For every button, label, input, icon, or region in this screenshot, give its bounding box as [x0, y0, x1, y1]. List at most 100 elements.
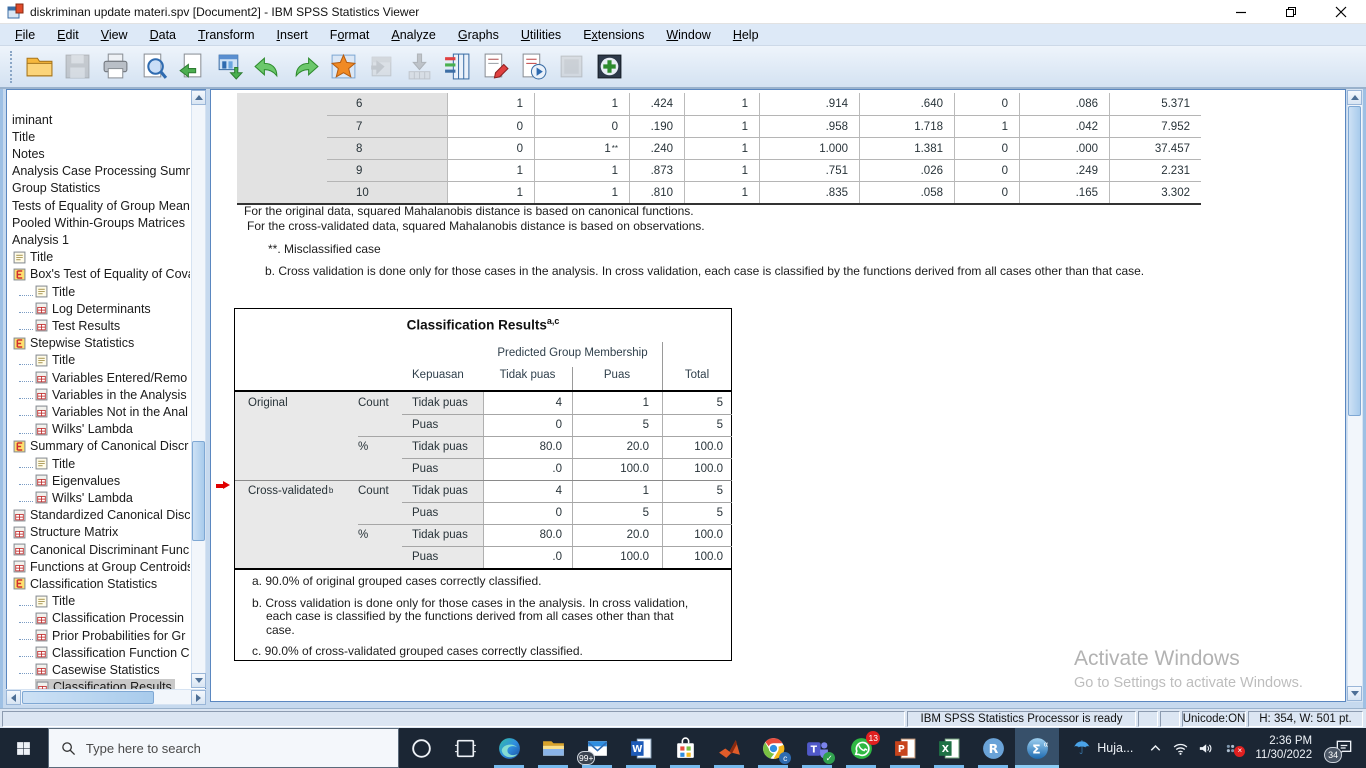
- volume-icon[interactable]: [1193, 740, 1218, 757]
- outline-item-title[interactable]: Title: [7, 283, 190, 300]
- outline-item-classification-function-c[interactable]: Classification Function C: [7, 644, 190, 661]
- menu-view[interactable]: View: [90, 26, 139, 44]
- outline-item-canonical-discriminant-func[interactable]: Canonical Discriminant Func: [7, 541, 190, 558]
- output-scroll-down-button[interactable]: [1347, 686, 1362, 701]
- menu-edit[interactable]: Edit: [46, 26, 90, 44]
- outline-item-iminant[interactable]: iminant: [7, 111, 190, 128]
- outline-scroll-left-button[interactable]: [6, 690, 21, 705]
- outline-item-test-results[interactable]: Test Results: [7, 317, 190, 334]
- print-preview-icon[interactable]: [134, 49, 172, 85]
- outline-item-title[interactable]: Title: [7, 455, 190, 472]
- outline-vscroll-thumb[interactable]: [192, 441, 205, 541]
- edit-output-icon[interactable]: [476, 49, 514, 85]
- word-taskbar-button[interactable]: W: [619, 728, 663, 768]
- minimize-button[interactable]: [1216, 0, 1266, 24]
- matlab-taskbar-button[interactable]: [707, 728, 751, 768]
- menu-window[interactable]: Window: [655, 26, 721, 44]
- outline-item-log-determinants[interactable]: Log Determinants: [7, 300, 190, 317]
- run-script-icon[interactable]: [514, 49, 552, 85]
- cortana-taskbar-button[interactable]: [399, 728, 443, 768]
- teams-taskbar-button[interactable]: T✓: [795, 728, 839, 768]
- outline-scroll-up-button[interactable]: [191, 90, 206, 105]
- edge-taskbar-button[interactable]: [487, 728, 531, 768]
- outline-item-title[interactable]: Title: [7, 249, 190, 266]
- outline-item-title[interactable]: Title: [7, 593, 190, 610]
- show-all-icon[interactable]: [590, 49, 628, 85]
- powerpoint-taskbar-button[interactable]: P: [883, 728, 927, 768]
- menu-transform[interactable]: Transform: [187, 26, 266, 44]
- r-taskbar-button[interactable]: R: [971, 728, 1015, 768]
- outline-item-variables-entered-remo[interactable]: Variables Entered/Remo: [7, 369, 190, 386]
- whatsapp-taskbar-button[interactable]: 13: [839, 728, 883, 768]
- menu-utilities[interactable]: Utilities: [510, 26, 572, 44]
- menu-insert[interactable]: Insert: [266, 26, 319, 44]
- open-icon[interactable]: [20, 49, 58, 85]
- menu-file[interactable]: File: [4, 26, 46, 44]
- start-button[interactable]: [0, 728, 48, 768]
- output-vscroll-thumb[interactable]: [1348, 106, 1361, 416]
- wifi-icon[interactable]: [1168, 740, 1193, 757]
- outline-item-label: Pooled Within-Groups Matrices: [12, 216, 185, 230]
- taskbar-search-input[interactable]: Type here to search: [48, 728, 399, 768]
- outline-item-group-statistics[interactable]: Group Statistics: [7, 180, 190, 197]
- excel-taskbar-button[interactable]: X: [927, 728, 971, 768]
- outline-item-box-s-test-of-equality-of-cova[interactable]: Box's Test of Equality of Cova: [7, 266, 190, 283]
- recall-dialogs-icon[interactable]: [210, 49, 248, 85]
- output-scroll-up-button[interactable]: [1347, 90, 1362, 105]
- action-center-button[interactable]: 34: [1322, 728, 1366, 768]
- redo-icon[interactable]: [286, 49, 324, 85]
- outline-item-eigenvalues[interactable]: Eigenvalues: [7, 472, 190, 489]
- close-button[interactable]: [1316, 0, 1366, 24]
- file-explorer-taskbar-button[interactable]: [531, 728, 575, 768]
- menu-extensions[interactable]: Extensions: [572, 26, 655, 44]
- outline-item-summary-of-canonical-discr[interactable]: Summary of Canonical Discr: [7, 438, 190, 455]
- classification-results-table[interactable]: Classification Resultsa,c Predicted Grou…: [234, 308, 732, 661]
- undo-icon[interactable]: [248, 49, 286, 85]
- menu-help[interactable]: Help: [722, 26, 770, 44]
- outline-scroll-down-button[interactable]: [191, 673, 206, 688]
- outline-item-functions-at-group-centroids[interactable]: Functions at Group Centroids: [7, 558, 190, 575]
- outline-item-analysis-1[interactable]: Analysis 1: [7, 231, 190, 248]
- weather-widget[interactable]: ☂ Huja...: [1059, 728, 1143, 768]
- outline-item-analysis-case-processing-summ[interactable]: Analysis Case Processing Summ: [7, 163, 190, 180]
- outline-item-tests-of-equality-of-group-means[interactable]: Tests of Equality of Group Means: [7, 197, 190, 214]
- store-taskbar-button[interactable]: [663, 728, 707, 768]
- outline-item-classification-processin[interactable]: Classification Processin: [7, 610, 190, 627]
- outline-item-classification-statistics[interactable]: Classification Statistics: [7, 575, 190, 592]
- table-icon: [35, 646, 48, 659]
- outline-item-variables-not-in-the-anal[interactable]: Variables Not in the Anal: [7, 403, 190, 420]
- print-icon[interactable]: [96, 49, 134, 85]
- outline-item-prior-probabilities-for-gr[interactable]: Prior Probabilities for Gr: [7, 627, 190, 644]
- mail-taskbar-button[interactable]: 99+: [575, 728, 619, 768]
- menu-analyze[interactable]: Analyze: [380, 26, 446, 44]
- menu-format[interactable]: Format: [319, 26, 381, 44]
- outline-item-title[interactable]: Title: [7, 352, 190, 369]
- connect-icon[interactable]: ×: [1218, 740, 1243, 757]
- variables-icon[interactable]: [438, 49, 476, 85]
- menu-data[interactable]: Data: [139, 26, 187, 44]
- spss-taskbar-button[interactable]: Σα: [1015, 728, 1059, 768]
- chevron-up-icon[interactable]: [1143, 740, 1168, 757]
- outline-item-title[interactable]: Title: [7, 128, 190, 145]
- outline-scroll-right-button[interactable]: [191, 690, 206, 705]
- task-view-taskbar-button[interactable]: [443, 728, 487, 768]
- outline-item-notes[interactable]: Notes: [7, 145, 190, 162]
- outline-item-variables-in-the-analysis[interactable]: Variables in the Analysis: [7, 386, 190, 403]
- outline-item-casewise-statistics[interactable]: Casewise Statistics: [7, 661, 190, 678]
- casewise-statistics-table[interactable]: 611.4241.914.6400.0865.371700.1901.9581.…: [237, 93, 1201, 205]
- outline-item-standardized-canonical-disc[interactable]: Standardized Canonical Disc: [7, 507, 190, 524]
- restore-button[interactable]: [1266, 0, 1316, 24]
- menu-graphs[interactable]: Graphs: [447, 26, 510, 44]
- outline-item-stepwise-statistics[interactable]: Stepwise Statistics: [7, 335, 190, 352]
- chrome-taskbar-button[interactable]: c: [751, 728, 795, 768]
- outline-hscroll-thumb[interactable]: [22, 691, 154, 704]
- outline-item-structure-matrix[interactable]: Structure Matrix: [7, 524, 190, 541]
- outline-vscrollbar[interactable]: [191, 90, 206, 688]
- group-label: [235, 458, 358, 480]
- export-icon[interactable]: [172, 49, 210, 85]
- outline-item-wilks-lambda[interactable]: Wilks' Lambda: [7, 489, 190, 506]
- outline-item-pooled-within-groups-matrices[interactable]: Pooled Within-Groups Matrices: [7, 214, 190, 231]
- taskbar-clock[interactable]: 2:36 PM 11/30/2022: [1243, 728, 1322, 768]
- outline-item-wilks-lambda[interactable]: Wilks' Lambda: [7, 421, 190, 438]
- insert-favorite-icon[interactable]: [324, 49, 362, 85]
